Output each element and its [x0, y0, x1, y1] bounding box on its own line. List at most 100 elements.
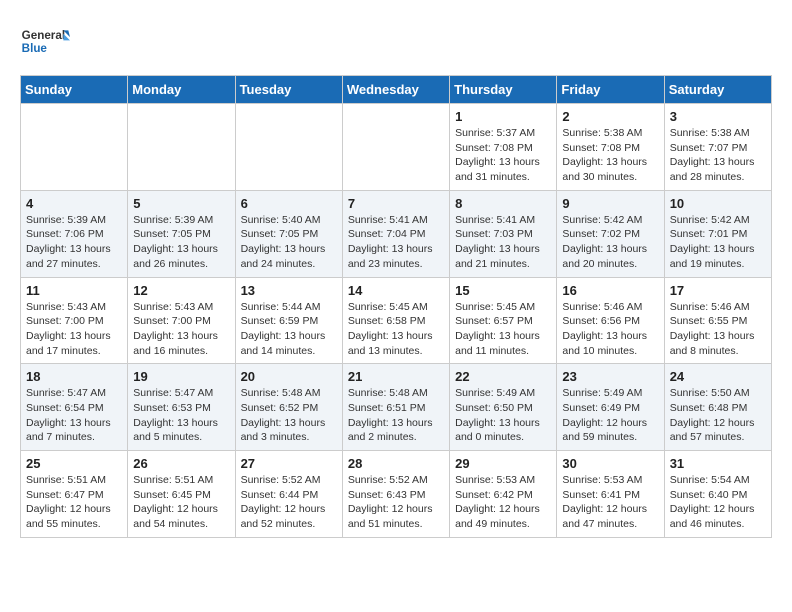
day-number: 27: [241, 456, 337, 471]
day-header-thursday: Thursday: [450, 76, 557, 104]
day-info: Sunrise: 5:52 AMSunset: 6:43 PMDaylight:…: [348, 473, 444, 532]
calendar-cell: [21, 104, 128, 191]
day-number: 25: [26, 456, 122, 471]
logo-svg: General Blue: [20, 20, 70, 65]
day-info: Sunrise: 5:38 AMSunset: 7:07 PMDaylight:…: [670, 126, 766, 185]
day-info: Sunrise: 5:51 AMSunset: 6:45 PMDaylight:…: [133, 473, 229, 532]
calendar-cell: 23Sunrise: 5:49 AMSunset: 6:49 PMDayligh…: [557, 364, 664, 451]
calendar-table: SundayMondayTuesdayWednesdayThursdayFrid…: [20, 75, 772, 538]
day-header-saturday: Saturday: [664, 76, 771, 104]
calendar-cell: 10Sunrise: 5:42 AMSunset: 7:01 PMDayligh…: [664, 190, 771, 277]
day-number: 12: [133, 283, 229, 298]
calendar-cell: [342, 104, 449, 191]
day-number: 16: [562, 283, 658, 298]
day-number: 4: [26, 196, 122, 211]
week-row-2: 4 Sunrise: 5:39 AMSunset: 7:06 PMDaylight…: [21, 190, 772, 277]
calendar-cell: 19Sunrise: 5:47 AMSunset: 6:53 PMDayligh…: [128, 364, 235, 451]
day-header-friday: Friday: [557, 76, 664, 104]
day-info: Sunrise: 5:46 AMSunset: 6:56 PMDaylight:…: [562, 300, 658, 359]
day-info: Sunrise: 5:49 AMSunset: 6:50 PMDaylight:…: [455, 386, 551, 445]
week-row-3: 11 Sunrise: 5:43 AMSunset: 7:00 PMDayligh…: [21, 277, 772, 364]
week-row-4: 18 Sunrise: 5:47 AMSunset: 6:54 PMDayligh…: [21, 364, 772, 451]
calendar-cell: 17Sunrise: 5:46 AMSunset: 6:55 PMDayligh…: [664, 277, 771, 364]
header: General Blue: [20, 20, 772, 65]
calendar-cell: 30 Sunrise: 5:53 AMSunset: 6:41 PMDayligh…: [557, 451, 664, 538]
day-info: Sunrise: 5:45 AMSunset: 6:57 PMDaylight:…: [455, 300, 551, 359]
day-number: 26: [133, 456, 229, 471]
day-info: Sunrise: 5:37 AMSunset: 7:08 PMDaylight:…: [455, 126, 551, 185]
day-info: Sunrise: 5:39 AMSunset: 7:05 PMDaylight:…: [133, 213, 229, 272]
calendar-cell: 13 Sunrise: 5:44 AMSunset: 6:59 PMDayligh…: [235, 277, 342, 364]
day-info: Sunrise: 5:45 AMSunset: 6:58 PMDaylight:…: [348, 300, 444, 359]
day-number: 29: [455, 456, 551, 471]
day-number: 11: [26, 283, 122, 298]
calendar-cell: 25 Sunrise: 5:51 AMSunset: 6:47 PMDayligh…: [21, 451, 128, 538]
day-header-wednesday: Wednesday: [342, 76, 449, 104]
day-number: 6: [241, 196, 337, 211]
week-row-1: 1 Sunrise: 5:37 AMSunset: 7:08 PMDaylight…: [21, 104, 772, 191]
day-number: 7: [348, 196, 444, 211]
calendar-cell: 20 Sunrise: 5:48 AMSunset: 6:52 PMDayligh…: [235, 364, 342, 451]
day-number: 22: [455, 369, 551, 384]
calendar-cell: 24Sunrise: 5:50 AMSunset: 6:48 PMDayligh…: [664, 364, 771, 451]
day-info: Sunrise: 5:40 AMSunset: 7:05 PMDaylight:…: [241, 213, 337, 272]
day-number: 21: [348, 369, 444, 384]
week-row-5: 25 Sunrise: 5:51 AMSunset: 6:47 PMDayligh…: [21, 451, 772, 538]
day-number: 9: [562, 196, 658, 211]
calendar-cell: 7 Sunrise: 5:41 AMSunset: 7:04 PMDaylight…: [342, 190, 449, 277]
calendar-cell: 6 Sunrise: 5:40 AMSunset: 7:05 PMDaylight…: [235, 190, 342, 277]
day-number: 28: [348, 456, 444, 471]
calendar-cell: 26 Sunrise: 5:51 AMSunset: 6:45 PMDayligh…: [128, 451, 235, 538]
day-header-row: SundayMondayTuesdayWednesdayThursdayFrid…: [21, 76, 772, 104]
day-info: Sunrise: 5:50 AMSunset: 6:48 PMDaylight:…: [670, 386, 766, 445]
day-info: Sunrise: 5:54 AMSunset: 6:40 PMDaylight:…: [670, 473, 766, 532]
day-info: Sunrise: 5:52 AMSunset: 6:44 PMDaylight:…: [241, 473, 337, 532]
calendar-cell: [128, 104, 235, 191]
calendar-cell: 31 Sunrise: 5:54 AMSunset: 6:40 PMDayligh…: [664, 451, 771, 538]
day-info: Sunrise: 5:53 AMSunset: 6:41 PMDaylight:…: [562, 473, 658, 532]
day-info: Sunrise: 5:53 AMSunset: 6:42 PMDaylight:…: [455, 473, 551, 532]
svg-text:General: General: [22, 29, 65, 42]
day-info: Sunrise: 5:48 AMSunset: 6:51 PMDaylight:…: [348, 386, 444, 445]
calendar-cell: 22 Sunrise: 5:49 AMSunset: 6:50 PMDayligh…: [450, 364, 557, 451]
calendar-cell: 14 Sunrise: 5:45 AMSunset: 6:58 PMDayligh…: [342, 277, 449, 364]
calendar-cell: 12 Sunrise: 5:43 AMSunset: 7:00 PMDayligh…: [128, 277, 235, 364]
day-info: Sunrise: 5:38 AMSunset: 7:08 PMDaylight:…: [562, 126, 658, 185]
day-number: 1: [455, 109, 551, 124]
day-info: Sunrise: 5:39 AMSunset: 7:06 PMDaylight:…: [26, 213, 122, 272]
calendar-cell: 2 Sunrise: 5:38 AMSunset: 7:08 PMDaylight…: [557, 104, 664, 191]
day-info: Sunrise: 5:47 AMSunset: 6:54 PMDaylight:…: [26, 386, 122, 445]
day-number: 20: [241, 369, 337, 384]
day-number: 31: [670, 456, 766, 471]
day-info: Sunrise: 5:44 AMSunset: 6:59 PMDaylight:…: [241, 300, 337, 359]
day-number: 30: [562, 456, 658, 471]
day-number: 10: [670, 196, 766, 211]
day-header-monday: Monday: [128, 76, 235, 104]
day-header-tuesday: Tuesday: [235, 76, 342, 104]
day-info: Sunrise: 5:43 AMSunset: 7:00 PMDaylight:…: [133, 300, 229, 359]
day-number: 8: [455, 196, 551, 211]
calendar-cell: 16 Sunrise: 5:46 AMSunset: 6:56 PMDayligh…: [557, 277, 664, 364]
calendar-cell: 8 Sunrise: 5:41 AMSunset: 7:03 PMDaylight…: [450, 190, 557, 277]
day-number: 19: [133, 369, 229, 384]
day-number: 15: [455, 283, 551, 298]
calendar-cell: 9Sunrise: 5:42 AMSunset: 7:02 PMDaylight…: [557, 190, 664, 277]
day-header-sunday: Sunday: [21, 76, 128, 104]
day-info: Sunrise: 5:41 AMSunset: 7:03 PMDaylight:…: [455, 213, 551, 272]
day-number: 18: [26, 369, 122, 384]
calendar-cell: 11Sunrise: 5:43 AMSunset: 7:00 PMDayligh…: [21, 277, 128, 364]
calendar-cell: 5 Sunrise: 5:39 AMSunset: 7:05 PMDaylight…: [128, 190, 235, 277]
day-number: 14: [348, 283, 444, 298]
calendar-cell: 27 Sunrise: 5:52 AMSunset: 6:44 PMDayligh…: [235, 451, 342, 538]
calendar-cell: 29 Sunrise: 5:53 AMSunset: 6:42 PMDayligh…: [450, 451, 557, 538]
day-info: Sunrise: 5:41 AMSunset: 7:04 PMDaylight:…: [348, 213, 444, 272]
day-info: Sunrise: 5:51 AMSunset: 6:47 PMDaylight:…: [26, 473, 122, 532]
day-number: 2: [562, 109, 658, 124]
day-number: 5: [133, 196, 229, 211]
calendar-cell: 3Sunrise: 5:38 AMSunset: 7:07 PMDaylight…: [664, 104, 771, 191]
day-number: 13: [241, 283, 337, 298]
calendar-cell: [235, 104, 342, 191]
calendar-cell: 1 Sunrise: 5:37 AMSunset: 7:08 PMDaylight…: [450, 104, 557, 191]
day-info: Sunrise: 5:48 AMSunset: 6:52 PMDaylight:…: [241, 386, 337, 445]
day-info: Sunrise: 5:49 AMSunset: 6:49 PMDaylight:…: [562, 386, 658, 445]
